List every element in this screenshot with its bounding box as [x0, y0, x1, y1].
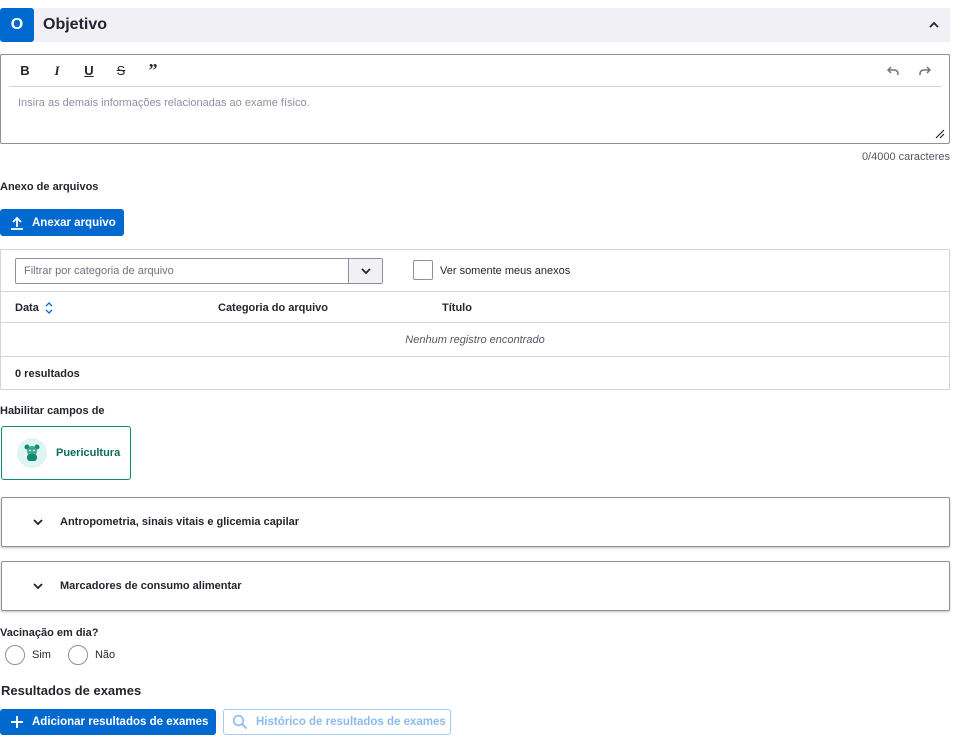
- sort-icon: [45, 302, 53, 314]
- undo-button[interactable]: [877, 57, 909, 85]
- column-date-label: Data: [15, 302, 39, 314]
- attach-file-label: Anexar arquivo: [32, 216, 116, 229]
- vaccination-radio-group: Sim Não: [5, 645, 115, 665]
- attachments-label: Anexo de arquivos: [0, 181, 99, 193]
- exam-results-heading: Resultados de exames: [1, 683, 142, 698]
- column-header-category: Categoria do arquivo: [218, 302, 329, 314]
- undo-icon: [887, 65, 899, 75]
- bold-button[interactable]: B: [9, 57, 41, 85]
- italic-button[interactable]: I: [41, 57, 73, 85]
- attachments-panel: Filtrar por categoria de arquivo Ver som…: [0, 249, 950, 390]
- exam-history-label: Histórico de resultados de exames: [256, 716, 446, 728]
- puericultura-button[interactable]: Puericultura: [1, 426, 131, 480]
- radio-sim[interactable]: [5, 645, 25, 665]
- accordion-food-markers-label: Marcadores de consumo alimentar: [60, 580, 242, 592]
- search-icon: [232, 714, 248, 730]
- attach-file-button[interactable]: Anexar arquivo: [0, 209, 124, 236]
- redo-button[interactable]: [909, 57, 941, 85]
- strikethrough-button[interactable]: S: [105, 57, 137, 85]
- puericultura-label: Puericultura: [56, 447, 121, 459]
- column-header-date[interactable]: Data: [15, 302, 54, 314]
- underline-button[interactable]: U: [73, 57, 105, 85]
- accordion-anthropometry[interactable]: Antropometria, sinais vitais e glicemia …: [1, 497, 950, 547]
- quote-button[interactable]: ”: [137, 57, 169, 85]
- chevron-down-icon: [30, 582, 46, 590]
- upload-icon: [11, 216, 23, 230]
- empty-table-message: Nenhum registro encontrado: [1, 323, 949, 357]
- section-title: Objetivo: [43, 16, 108, 33]
- editor-toolbar: B I U S ”: [9, 55, 941, 87]
- accordion-food-markers[interactable]: Marcadores de consumo alimentar: [1, 561, 950, 611]
- results-count: 0 resultados: [15, 368, 80, 380]
- select-arrow[interactable]: [348, 259, 382, 283]
- editor-placeholder: Insira as demais informações relacionada…: [18, 97, 310, 109]
- accordion-anthropometry-label: Antropometria, sinais vitais e glicemia …: [60, 516, 300, 528]
- add-exam-results-label: Adicionar resultados de exames: [32, 716, 209, 728]
- redo-icon: [919, 65, 931, 75]
- chevron-down-icon: [30, 518, 46, 526]
- only-my-attachments-checkbox[interactable]: [413, 260, 433, 280]
- radio-nao[interactable]: [67, 645, 88, 665]
- rich-text-editor[interactable]: B I U S ” Insira as demais informações r…: [0, 54, 950, 144]
- chevron-up-icon: [929, 21, 939, 28]
- exam-history-button[interactable]: Histórico de resultados de exames: [223, 709, 451, 735]
- only-my-attachments-label: Ver somente meus anexos: [440, 265, 571, 277]
- resize-handle-icon[interactable]: [933, 127, 945, 139]
- teddy-bear-icon: [17, 438, 47, 468]
- collapse-button[interactable]: [918, 9, 950, 41]
- vaccination-question: Vacinação em dia?: [0, 627, 99, 639]
- plus-icon: [11, 716, 23, 728]
- enable-fields-label: Habilitar campos de: [0, 405, 105, 417]
- table-header: Data Categoria do arquivo Título: [1, 291, 949, 323]
- section-header: O Objetivo: [0, 8, 950, 42]
- category-filter-select[interactable]: Filtrar por categoria de arquivo: [15, 258, 383, 284]
- radio-sim-label: Sim: [32, 649, 51, 661]
- chevron-down-icon: [360, 268, 371, 275]
- radio-nao-label: Não: [94, 649, 116, 661]
- column-header-title: Título: [442, 302, 472, 314]
- section-badge: O: [0, 8, 34, 42]
- add-exam-results-button[interactable]: Adicionar resultados de exames: [0, 709, 216, 735]
- char-count: 0/4000 caracteres: [861, 151, 950, 163]
- category-filter-placeholder: Filtrar por categoria de arquivo: [24, 265, 174, 277]
